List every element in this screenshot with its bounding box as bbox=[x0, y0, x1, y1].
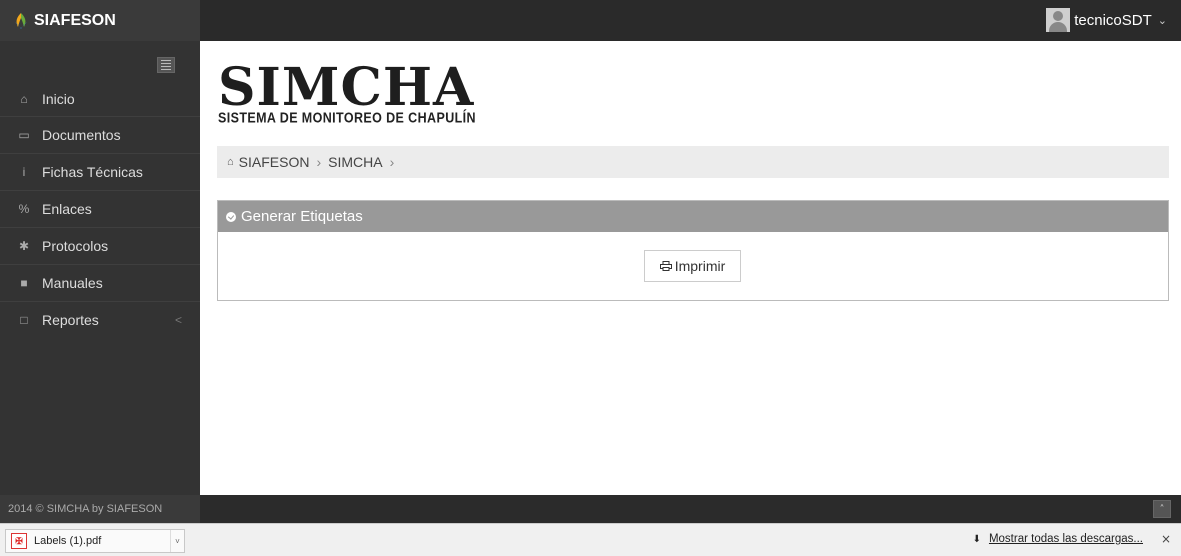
chevron-up-icon: ˄ bbox=[1159, 503, 1165, 515]
file-icon: □ bbox=[20, 313, 28, 327]
footer-copyright: 2014 © SIMCHA by SIAFESON bbox=[0, 495, 200, 523]
app-logo-subtitle: SISTEMA DE MONITOREO DE CHAPULÍN bbox=[218, 110, 476, 127]
generate-labels-panel: Generar Etiquetas Imprimir bbox=[217, 200, 1169, 301]
sidebar-item-label: Reportes bbox=[42, 312, 99, 328]
info-icon: i bbox=[22, 165, 26, 179]
print-icon bbox=[659, 261, 672, 271]
sidebar: ⌂ Inicio ▭ Documentos i Fichas Técnicas … bbox=[0, 41, 200, 495]
show-all-downloads[interactable]: ⬇ Mostrar todas las descargas... bbox=[973, 533, 1143, 545]
footer: 2014 © SIMCHA by SIAFESON ˄ bbox=[0, 495, 1181, 523]
sidebar-menu: ⌂ Inicio ▭ Documentos i Fichas Técnicas … bbox=[0, 82, 200, 338]
brand-name: SIAFESON bbox=[34, 11, 116, 29]
user-menu[interactable]: tecnicoSDT ⌄ bbox=[1046, 6, 1167, 34]
sidebar-item-label: Enlaces bbox=[42, 201, 92, 217]
check-circle-icon bbox=[226, 211, 236, 222]
app-logo-title: SIMCHA bbox=[218, 57, 475, 118]
home-icon: ⌂ bbox=[227, 156, 234, 168]
gear-icon: ✱ bbox=[18, 239, 30, 253]
download-options-button[interactable]: ˅ bbox=[170, 530, 184, 552]
sidebar-item-inicio[interactable]: ⌂ Inicio bbox=[0, 82, 200, 116]
download-file-name: Labels (1).pdf bbox=[34, 535, 102, 547]
chevron-left-icon: < bbox=[174, 313, 182, 327]
sidebar-item-documentos[interactable]: ▭ Documentos bbox=[0, 116, 200, 153]
sidebar-item-label: Fichas Técnicas bbox=[42, 164, 143, 180]
breadcrumb-separator: › bbox=[316, 154, 322, 170]
sidebar-item-label: Protocolos bbox=[42, 238, 109, 254]
breadcrumb-item-siafeson[interactable]: SIAFESON bbox=[239, 154, 310, 170]
print-button[interactable]: Imprimir bbox=[644, 250, 741, 282]
sidebar-item-label: Documentos bbox=[42, 127, 121, 143]
print-button-label: Imprimir bbox=[674, 258, 726, 274]
folder-icon: ▭ bbox=[18, 128, 30, 142]
avatar bbox=[1046, 8, 1071, 32]
chevron-down-icon: ˅ bbox=[175, 536, 180, 546]
siafeson-logo-icon bbox=[15, 12, 27, 29]
download-item[interactable]: ✠ Labels (1).pdf ˅ bbox=[5, 529, 185, 553]
sidebar-item-fichas-tecnicas[interactable]: i Fichas Técnicas bbox=[0, 153, 200, 190]
show-all-downloads-link[interactable]: Mostrar todas las descargas... bbox=[989, 533, 1143, 545]
sidebar-item-reportes[interactable]: □ Reportes < bbox=[0, 301, 200, 338]
book-icon: ■ bbox=[20, 276, 28, 290]
brand[interactable]: SIAFESON bbox=[0, 0, 200, 41]
sidebar-item-protocolos[interactable]: ✱ Protocolos bbox=[0, 227, 200, 264]
sidebar-item-enlaces[interactable]: % Enlaces bbox=[0, 190, 200, 227]
downloads-bar: ✠ Labels (1).pdf ˅ ⬇ Mostrar todas las d… bbox=[0, 523, 1181, 556]
pdf-file-icon: ✠ bbox=[11, 533, 27, 549]
scroll-top-button[interactable]: ˄ bbox=[1153, 500, 1171, 518]
breadcrumb-item-simcha[interactable]: SIMCHA bbox=[328, 154, 382, 170]
top-navbar: SIAFESON tecnicoSDT ⌄ bbox=[0, 0, 1181, 41]
link-icon: % bbox=[18, 202, 30, 216]
download-icon: ⬇ bbox=[972, 533, 981, 545]
user-name: tecnicoSDT bbox=[1074, 11, 1152, 29]
sidebar-item-label: Manuales bbox=[42, 275, 103, 291]
home-icon: ⌂ bbox=[20, 92, 28, 106]
close-downloads-button[interactable]: × bbox=[1161, 532, 1171, 546]
breadcrumb-separator: › bbox=[389, 154, 395, 170]
chevron-down-icon: ⌄ bbox=[1157, 14, 1167, 27]
breadcrumb: ⌂ SIAFESON › SIMCHA › bbox=[217, 146, 1169, 178]
sidebar-toggle-button[interactable] bbox=[157, 57, 175, 73]
sidebar-item-manuales[interactable]: ■ Manuales bbox=[0, 264, 200, 301]
sidebar-item-label: Inicio bbox=[42, 91, 75, 107]
panel-title: Generar Etiquetas bbox=[241, 208, 363, 225]
panel-header: Generar Etiquetas bbox=[218, 201, 1168, 232]
